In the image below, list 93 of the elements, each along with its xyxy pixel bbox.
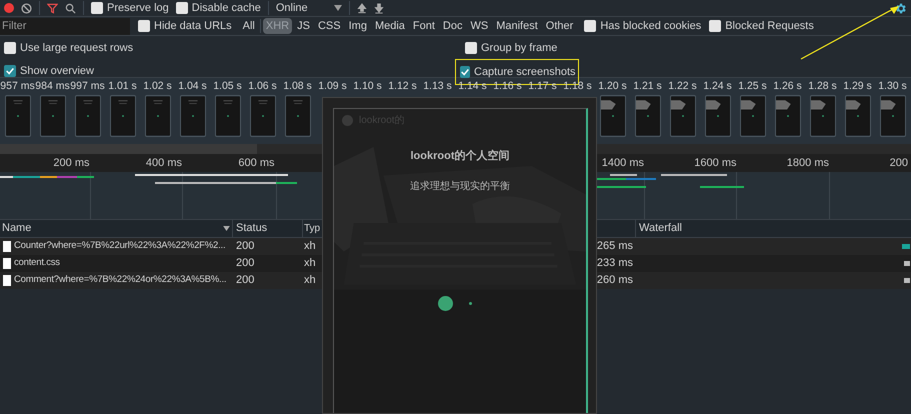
download-icon[interactable] [374, 2, 384, 14]
checkbox-option[interactable]: Use large request rows [4, 40, 134, 56]
request-name[interactable]: content.css [14, 256, 60, 271]
frame-time: 1.12 s [388, 80, 417, 93]
checkbox-option[interactable]: Group by frame [465, 40, 558, 56]
checkbox[interactable] [460, 66, 470, 78]
upload-icon[interactable] [356, 2, 367, 14]
request-name[interactable]: Counter?where=%7B%22url%22%3A%22%2F%2... [14, 239, 226, 254]
file-icon [3, 258, 11, 269]
checkbox[interactable] [4, 42, 16, 54]
frame-time: 1.24 s [703, 80, 732, 93]
filter-icon[interactable] [47, 2, 58, 14]
clear-icon[interactable] [21, 2, 32, 14]
checkbox-option[interactable]: Show overview [4, 62, 94, 79]
type-cell: xh [304, 240, 316, 252]
timeline-tick: 1400 ms [602, 157, 644, 169]
column-header[interactable]: Typ [304, 223, 320, 234]
checkbox[interactable] [709, 20, 722, 32]
type-filter-button[interactable]: CSS [314, 18, 344, 34]
checkbox-option[interactable]: Disable cache [176, 0, 261, 16]
frame-time: 1.04 s [178, 80, 207, 93]
timeline-tick: 200 ms [53, 157, 90, 169]
throttling-dropdown[interactable]: Online [276, 0, 342, 16]
column-header[interactable]: Name [2, 220, 32, 237]
checkbox-option[interactable]: Has blocked cookies [584, 18, 702, 34]
search-icon[interactable] [65, 2, 76, 14]
timeline-tick: 1800 ms [786, 157, 829, 169]
checkbox[interactable] [465, 42, 477, 54]
type-filter-button[interactable]: Other [542, 18, 576, 34]
frame-time: 1.06 s [248, 80, 277, 93]
type-filter-button[interactable]: WS [467, 18, 492, 34]
checkbox[interactable] [91, 2, 103, 14]
checkbox-option[interactable]: Blocked Requests [709, 18, 814, 34]
record-icon[interactable] [4, 3, 14, 13]
type-filter-button[interactable]: All [240, 18, 258, 34]
time-cell: 233 ms [596, 257, 633, 270]
frame-time: 1.30 s [878, 80, 907, 93]
frame-time: 997 ms [70, 80, 105, 93]
checkbox-option[interactable]: Hide data URLs [138, 18, 232, 34]
settings-icon[interactable] [894, 2, 907, 14]
frame-time: 1.01 s [108, 80, 137, 93]
frame-time: 1.28 s [808, 80, 837, 93]
type-filter-button[interactable]: Img [346, 18, 370, 34]
timeline-tick: 400 ms [146, 157, 182, 169]
frame-time: 1.29 s [843, 80, 872, 93]
status-cell: 200 [236, 257, 254, 270]
timeline-tick: 1600 ms [694, 157, 736, 169]
type-filter-button[interactable]: Font [410, 18, 438, 34]
frame-time: 984 ms [35, 80, 70, 93]
frame-time: 1.20 s [598, 80, 627, 93]
checkbox-option[interactable]: Capture screenshots [460, 64, 574, 80]
waterfall-bar [902, 244, 910, 249]
frame-time: 1.09 s [318, 80, 347, 93]
filter-field[interactable]: Filter [0, 18, 130, 34]
type-filter-button[interactable]: Manifest [493, 18, 541, 34]
waterfall-bar [904, 278, 910, 283]
checkbox[interactable] [138, 20, 150, 32]
frame-time: 1.21 s [633, 80, 662, 93]
type-cell: xh [304, 257, 316, 270]
page-subtitle: 追求理想与现实的平衡 [410, 180, 510, 194]
request-name[interactable]: Comment?where=%7B%22%24or%22%3A%5B%... [14, 273, 226, 288]
checkbox-option[interactable]: Preserve log [91, 0, 169, 16]
frame-time: 1.25 s [738, 80, 767, 93]
frame-time: 1.26 s [773, 80, 802, 93]
type-filter-button[interactable]: JS [294, 18, 313, 34]
frame-time: 1.13 s [423, 80, 452, 93]
frame-time: 1.22 s [668, 80, 697, 93]
file-icon [3, 275, 11, 286]
type-cell: xh [304, 274, 316, 286]
checkbox[interactable] [584, 20, 596, 32]
timeline-tick: 600 ms [238, 157, 274, 169]
checkbox[interactable] [4, 64, 16, 77]
status-cell: 200 [236, 274, 254, 286]
column-header[interactable]: Waterfall [639, 222, 682, 234]
timeline-tick: 200 [890, 157, 908, 169]
frame-time: 1.02 s [143, 80, 172, 93]
caret-icon [334, 5, 342, 11]
overview-scroll-bar[interactable] [0, 144, 257, 154]
time-cell: 260 ms [596, 274, 633, 286]
status-cell: 200 [236, 240, 254, 252]
page-title: lookroot的个人空间 [410, 148, 510, 164]
frame-time: 957 ms [0, 80, 35, 93]
time-cell: 265 ms [596, 240, 633, 252]
waterfall-bar [904, 261, 910, 266]
frame-time: 1.08 s [283, 80, 312, 93]
checkbox[interactable] [176, 2, 188, 14]
type-filter-button[interactable]: Media [372, 18, 408, 34]
type-filter-button[interactable]: Doc [440, 18, 466, 34]
file-icon [3, 241, 11, 252]
column-header[interactable]: Status [236, 222, 268, 234]
frame-time: 1.05 s [213, 80, 242, 93]
sort-icon [223, 226, 230, 231]
frame-time: 1.10 s [353, 80, 382, 93]
